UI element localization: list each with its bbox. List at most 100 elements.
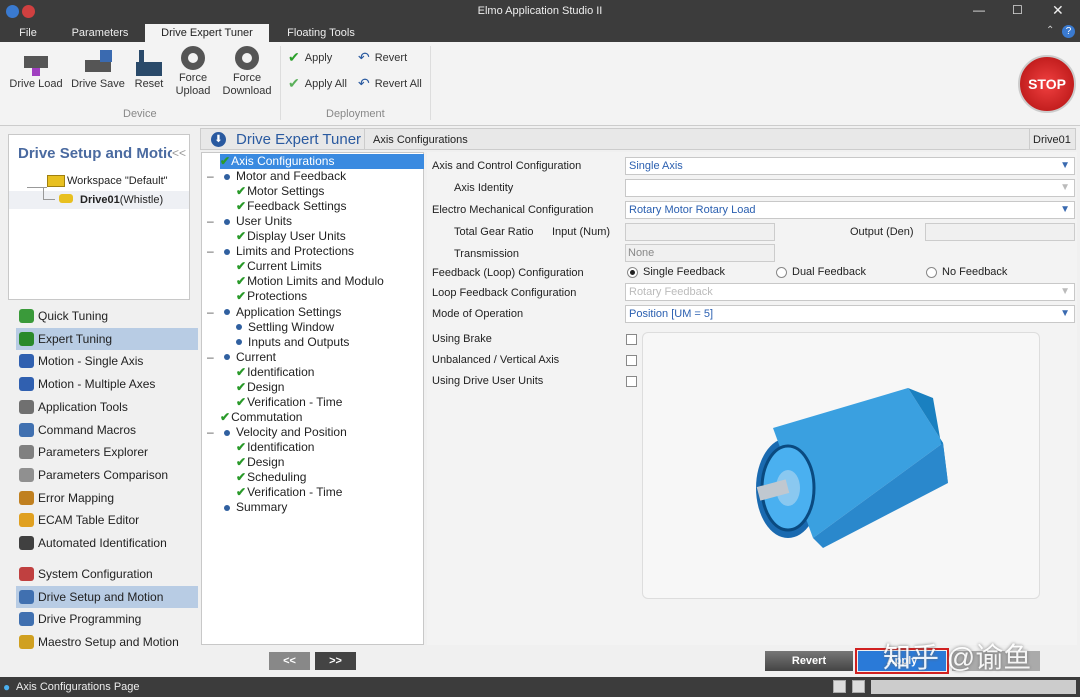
tree-prev-button[interactable]: << <box>269 652 310 670</box>
chevron-down-icon: ▼ <box>1060 182 1070 193</box>
nav-item[interactable]: Command Macros <box>16 419 198 441</box>
tree-next-button[interactable]: >> <box>315 652 356 670</box>
nav-item[interactable]: Parameters Comparison <box>16 464 198 486</box>
revert-button[interactable]: ↶ Revert <box>358 49 407 66</box>
tree-item[interactable]: ✔Identification <box>236 440 314 455</box>
electro-mech-select[interactable]: Rotary Motor Rotary Load ▼ <box>625 201 1075 219</box>
tree-item[interactable]: ✔Verification - Time <box>236 395 342 410</box>
tree-item[interactable]: Current <box>224 350 276 365</box>
tree-item[interactable]: ✔Feedback Settings <box>236 199 346 214</box>
collapse-toggle[interactable]: – <box>207 425 214 440</box>
nav-item-label: Error Mapping <box>38 490 115 505</box>
gear-input-field[interactable] <box>625 223 775 241</box>
minimize-button[interactable]: — <box>973 3 985 17</box>
unbalanced-checkbox[interactable] <box>626 355 637 366</box>
tree-item-label: Velocity and Position <box>236 424 347 439</box>
radio-dual-feedback[interactable]: Dual Feedback <box>776 266 866 278</box>
nav-item[interactable]: Drive Programming <box>16 608 198 630</box>
left-panel-title: Drive Setup and Motion <box>18 145 172 162</box>
loop-feedback-select[interactable]: Rotary Feedback ▼ <box>625 283 1075 301</box>
workspace-node[interactable]: Workspace "Default" <box>67 175 168 187</box>
tree-item[interactable]: ✔Commutation <box>220 410 302 425</box>
nav-item-label: Motion - Multiple Axes <box>38 377 156 392</box>
bullet-icon <box>224 249 230 256</box>
brake-checkbox[interactable] <box>626 334 637 345</box>
collapse-toggle[interactable]: – <box>207 305 214 320</box>
tab-drive-expert-tuner[interactable]: Drive Expert Tuner <box>145 24 269 44</box>
nav-item[interactable]: Application Tools <box>16 396 198 418</box>
nav-item[interactable]: Quick Tuning <box>16 305 198 327</box>
restore-icon[interactable] <box>833 680 846 693</box>
nav-item[interactable]: Expert Tuning <box>16 327 198 350</box>
tree-item[interactable]: Settling Window <box>236 320 334 335</box>
workspace-icon <box>47 175 65 187</box>
nav-item[interactable]: Error Mapping <box>16 487 198 509</box>
tree-item[interactable]: ✔Axis Configurations <box>220 154 425 169</box>
revert-all-button[interactable]: ↶ Revert All <box>358 75 422 92</box>
tree-item[interactable]: ✔Display User Units <box>236 229 346 244</box>
tree-item[interactable]: ✔Design <box>236 380 284 395</box>
drive-node[interactable]: Drive01(Whistle) <box>80 194 163 206</box>
tree-item[interactable]: Limits and Protections <box>224 244 354 259</box>
tree-item[interactable]: User Units <box>224 214 292 229</box>
nav-list: Quick Tuning Expert Tuning Motion - Single… <box>8 305 198 555</box>
tab-parameters[interactable]: Parameters <box>60 24 140 44</box>
tree-item[interactable]: ✔Verification - Time <box>236 485 342 500</box>
collapse-toggle[interactable]: – <box>207 244 214 259</box>
tree-item[interactable]: ✔Motor Settings <box>236 184 324 199</box>
force-download-button[interactable]: Force Download <box>220 46 274 98</box>
nav-item-label: Drive Setup and Motion <box>38 589 164 604</box>
nav-item[interactable]: Parameters Explorer <box>16 441 198 463</box>
fullscreen-icon[interactable] <box>852 680 865 693</box>
user-units-checkbox[interactable] <box>626 376 637 387</box>
maximize-button[interactable]: ☐ <box>1012 3 1023 17</box>
apply-button[interactable]: ✔ Apply <box>288 49 332 66</box>
reset-button[interactable]: Reset <box>132 48 166 91</box>
tree-item[interactable]: Motor and Feedback <box>224 169 346 184</box>
tab-floating-tools[interactable]: Floating Tools <box>276 24 366 44</box>
collapse-toggle[interactable]: – <box>207 214 214 229</box>
nav-item[interactable]: Drive Setup and Motion <box>16 585 198 608</box>
tree-item[interactable]: ✔Protections <box>236 289 307 304</box>
drive-icon <box>59 194 73 203</box>
tree-item[interactable]: Summary <box>224 500 287 515</box>
transmission-field[interactable]: None <box>625 244 775 262</box>
drive-load-button[interactable]: Drive Load <box>8 48 64 91</box>
collapse-panel-button[interactable]: << <box>172 146 186 160</box>
title-bar: Elmo Application Studio II — ☐ ✕ <box>0 0 1080 24</box>
axis-control-select[interactable]: Single Axis ▼ <box>625 157 1075 175</box>
revert-footer-button[interactable]: Revert <box>765 651 853 671</box>
stop-button[interactable]: STOP <box>1018 55 1076 113</box>
mode-select[interactable]: Position [UM = 5] ▼ <box>625 305 1075 323</box>
collapse-toggle[interactable]: – <box>207 169 214 184</box>
tree-item[interactable]: Application Settings <box>224 305 341 320</box>
close-button[interactable]: ✕ <box>1052 2 1064 19</box>
force-upload-button[interactable]: Force Upload <box>172 46 214 98</box>
tree-item[interactable]: ✔Design <box>236 455 284 470</box>
nav-item[interactable]: ECAM Table Editor <box>16 509 198 531</box>
drive-save-button[interactable]: Drive Save <box>70 48 126 91</box>
tab-file[interactable]: File <box>8 24 48 44</box>
help-icon[interactable]: ? <box>1062 25 1075 38</box>
tree-item[interactable]: ✔Current Limits <box>236 259 322 274</box>
nav-item[interactable]: Motion - Multiple Axes <box>16 373 198 395</box>
tree-item[interactable]: ✔Motion Limits and Modulo <box>236 274 384 289</box>
nav-item-icon <box>19 377 34 392</box>
collapse-toggle[interactable]: – <box>207 350 214 365</box>
axis-identity-select[interactable]: ▼ <box>625 179 1075 197</box>
apply-all-button[interactable]: ✔ Apply All <box>288 75 347 92</box>
tree-item[interactable]: Inputs and Outputs <box>236 335 349 350</box>
nav-item[interactable]: Motion - Single Axis <box>16 350 198 372</box>
radio-no-feedback[interactable]: No Feedback <box>926 266 1007 278</box>
nav-item[interactable]: Automated Identification <box>16 532 198 554</box>
nav-item-icon <box>19 422 34 437</box>
tree-item[interactable]: ✔Scheduling <box>236 470 306 485</box>
nav-item[interactable]: Maestro Setup and Motion <box>16 631 198 653</box>
tree-item[interactable]: Velocity and Position <box>224 425 347 440</box>
gear-output-field[interactable] <box>925 223 1075 241</box>
nav-item-label: Parameters Comparison <box>38 467 169 482</box>
nav-item[interactable]: System Configuration <box>16 563 198 585</box>
radio-single-feedback[interactable]: Single Feedback <box>627 266 725 278</box>
tree-item[interactable]: ✔Identification <box>236 365 314 380</box>
ribbon-collapse-icon[interactable]: ⌃ <box>1046 25 1054 36</box>
